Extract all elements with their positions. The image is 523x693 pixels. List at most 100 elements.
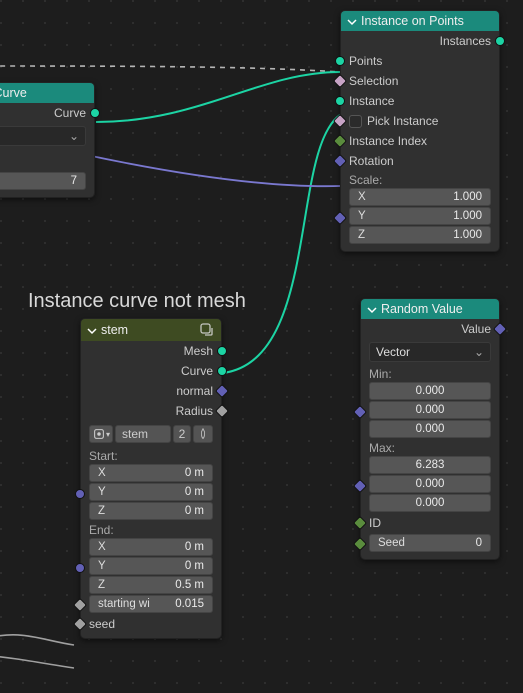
data-block-name[interactable]: stem — [115, 425, 171, 443]
input-instance-row: Instance — [341, 91, 499, 111]
socket-vector-in[interactable] — [333, 154, 347, 168]
socket-geometry-in[interactable] — [335, 56, 345, 66]
input-id-row: ID — [361, 513, 499, 533]
field-value: 0.000 — [416, 478, 445, 490]
chevron-down-icon — [87, 325, 97, 335]
field-value: 0.000 — [416, 497, 445, 509]
scale-y-field[interactable]: Y 1.000 — [349, 207, 491, 225]
socket-float-in[interactable] — [73, 598, 87, 612]
node-group-edit-icon[interactable] — [199, 322, 215, 338]
field-value: 0 — [476, 537, 482, 549]
end-z-field[interactable]: Z0.5 m — [89, 576, 213, 594]
start-x-field[interactable]: X 0 m — [89, 464, 213, 482]
socket-geometry-out[interactable] — [90, 108, 100, 118]
output-label: normal — [176, 384, 213, 398]
field-label: Z — [358, 229, 365, 241]
output-label: Curve — [181, 364, 213, 378]
socket-vector-in[interactable] — [333, 211, 347, 225]
data-block-icon[interactable]: ▾ — [89, 425, 113, 443]
socket-geometry-out[interactable] — [495, 36, 505, 46]
max-label: Max: — [361, 439, 499, 455]
field-value: 0 m — [185, 505, 204, 517]
data-block-selector[interactable]: ▾ stem 2 — [81, 421, 221, 447]
max-y-field[interactable]: 0.000 — [369, 475, 491, 493]
scale-label: Scale: — [341, 171, 499, 187]
socket-float-out[interactable] — [215, 404, 229, 418]
fake-user-button[interactable] — [193, 425, 213, 443]
output-label: Radius — [176, 404, 213, 418]
socket-vector-out[interactable] — [493, 322, 507, 336]
max-z-field[interactable]: 0.000 — [369, 494, 491, 512]
field-value: 0 m — [185, 560, 204, 572]
socket-bool-in[interactable] — [333, 74, 347, 88]
input-pick-instance-row: Pick Instance — [341, 111, 499, 131]
socket-vector-in[interactable] — [75, 563, 85, 573]
socket-int-in[interactable] — [333, 134, 347, 148]
user-count-button[interactable]: 2 — [173, 425, 191, 443]
pick-instance-checkbox[interactable] — [349, 115, 362, 128]
output-label: Mesh — [184, 344, 213, 358]
socket-float-in[interactable] — [73, 617, 87, 631]
output-label: Instances — [440, 34, 491, 48]
start-y-field[interactable]: Y 0 m — [89, 483, 213, 501]
node-title: ample Curve — [0, 86, 27, 100]
end-label: End: — [81, 521, 221, 537]
input-label: Selection — [349, 74, 398, 88]
output-radius-row: Radius — [81, 401, 221, 421]
start-z-field[interactable]: Z 0 m — [89, 502, 213, 520]
socket-geometry-out[interactable] — [217, 366, 227, 376]
socket-int-in[interactable] — [353, 516, 367, 530]
field-value: 0 m — [185, 467, 204, 479]
input-label: Points — [349, 54, 382, 68]
seed-field[interactable]: Seed 0 — [369, 534, 491, 552]
node-header[interactable]: stem — [81, 319, 221, 341]
scale-x-field[interactable]: X 1.000 — [349, 188, 491, 206]
chevron-down-icon — [347, 16, 357, 26]
field-value: 0.015 — [175, 598, 204, 610]
mode-dropdown[interactable]: t ⌄ — [0, 126, 86, 146]
input-seed-row: seed — [81, 614, 221, 634]
node-header[interactable]: Random Value — [361, 299, 499, 319]
output-normal-row: normal — [81, 381, 221, 401]
socket-vector-in[interactable] — [353, 479, 367, 493]
output-label: Curve — [54, 106, 86, 120]
node-instance-on-points[interactable]: Instance on Points Instances Points Sele… — [340, 10, 500, 252]
node-stem[interactable]: stem Mesh Curve normal Radius ▾ stem 2 — [80, 318, 222, 639]
output-value-row: Value — [361, 319, 499, 339]
end-x-field[interactable]: X0 m — [89, 538, 213, 556]
field-label: Y — [98, 486, 106, 498]
start-label: Start: — [81, 447, 221, 463]
max-x-field[interactable]: 6.283 — [369, 456, 491, 474]
node-title: stem — [101, 323, 128, 337]
output-curve-row: Curve — [0, 103, 94, 123]
starting-width-field[interactable]: starting wi0.015 — [89, 595, 213, 613]
input-label: Instance — [349, 94, 394, 108]
socket-geometry-out[interactable] — [217, 346, 227, 356]
field-value: 0 m — [185, 486, 204, 498]
field-label: Y — [358, 210, 366, 222]
min-z-field[interactable]: 0.000 — [369, 420, 491, 438]
socket-bool-in[interactable] — [333, 114, 347, 128]
socket-vector-in[interactable] — [75, 489, 85, 499]
socket-vector-in[interactable] — [353, 405, 367, 419]
socket-int-in[interactable] — [353, 537, 367, 551]
socket-vector-out[interactable] — [215, 384, 229, 398]
node-resample-curve[interactable]: ample Curve Curve t ⌄ n t 7 — [0, 82, 95, 198]
node-random-value[interactable]: Random Value Value Vector ⌄ Min: 0.000 0… — [360, 298, 500, 560]
end-y-field[interactable]: Y0 m — [89, 557, 213, 575]
node-header[interactable]: ample Curve — [0, 83, 94, 103]
node-title: Random Value — [381, 302, 463, 316]
field-label: X — [98, 467, 106, 479]
input-row: n — [0, 149, 94, 171]
scale-z-field[interactable]: Z 1.000 — [349, 226, 491, 244]
field-label: Z — [98, 505, 105, 517]
min-x-field[interactable]: 0.000 — [369, 382, 491, 400]
data-type-dropdown[interactable]: Vector ⌄ — [369, 342, 491, 362]
node-header[interactable]: Instance on Points — [341, 11, 499, 31]
input-rotation-row: Rotation — [341, 151, 499, 171]
socket-geometry-in[interactable] — [335, 96, 345, 106]
input-label: seed — [89, 617, 115, 631]
min-y-field[interactable]: 0.000 — [369, 401, 491, 419]
count-field[interactable]: t 7 — [0, 172, 86, 190]
field-value: 6.283 — [416, 459, 445, 471]
